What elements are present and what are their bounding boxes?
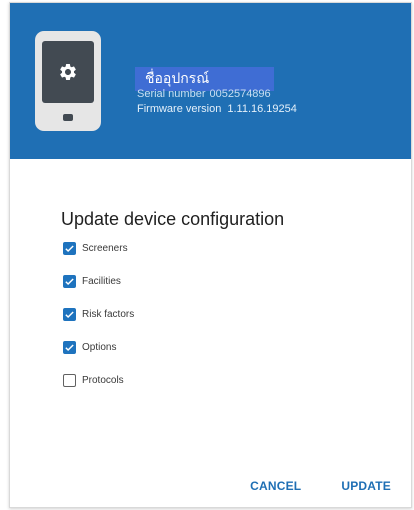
serial-number-value: 0052574896 <box>209 88 271 100</box>
device-home-button <box>63 114 73 121</box>
firmware-version-value: 1.11.16.19254 <box>227 103 297 115</box>
cancel-button[interactable]: CANCEL <box>250 479 301 493</box>
serial-number-label: Serial number <box>137 88 206 100</box>
firmware-version-label: Firmware version <box>137 103 222 115</box>
dialog-title: Update device configuration <box>61 209 285 229</box>
option-facilities[interactable]: Facilities <box>63 273 134 289</box>
checkbox-facilities[interactable] <box>63 274 76 288</box>
config-options-list: Screeners Facilities Risk factors Option… <box>63 240 134 405</box>
checkmark-icon <box>65 244 74 252</box>
option-label: Options <box>82 341 117 353</box>
option-protocols[interactable]: Protocols <box>63 372 134 388</box>
firmware-version-row: Firmware version 1.11.16.19254 <box>137 103 297 115</box>
checkbox-screeners[interactable] <box>63 241 76 255</box>
checkbox-options[interactable] <box>63 340 76 354</box>
dialog-actions: CANCEL UPDATE <box>250 479 391 493</box>
checkmark-icon <box>65 277 74 285</box>
option-screeners[interactable]: Screeners <box>63 240 134 256</box>
checkbox-protocols[interactable] <box>63 373 76 387</box>
device-illustration <box>35 31 101 131</box>
option-label: Screeners <box>82 242 128 254</box>
checkmark-icon <box>65 343 74 351</box>
device-screen <box>42 41 94 103</box>
checkbox-risk-factors[interactable] <box>63 307 76 321</box>
device-header: 6 Serial number0052574896 Firmware versi… <box>10 3 411 159</box>
option-risk-factors[interactable]: Risk factors <box>63 306 134 322</box>
serial-number-row: Serial number 0052574896 <box>137 88 271 100</box>
option-label: Protocols <box>82 374 124 386</box>
option-options[interactable]: Options <box>63 339 134 355</box>
option-label: Facilities <box>82 275 121 287</box>
update-button[interactable]: UPDATE <box>341 479 391 493</box>
checkmark-icon <box>65 310 74 318</box>
update-config-dialog: 6 Serial number0052574896 Firmware versi… <box>9 2 412 508</box>
gear-icon <box>60 63 76 80</box>
option-label: Risk factors <box>82 308 135 320</box>
